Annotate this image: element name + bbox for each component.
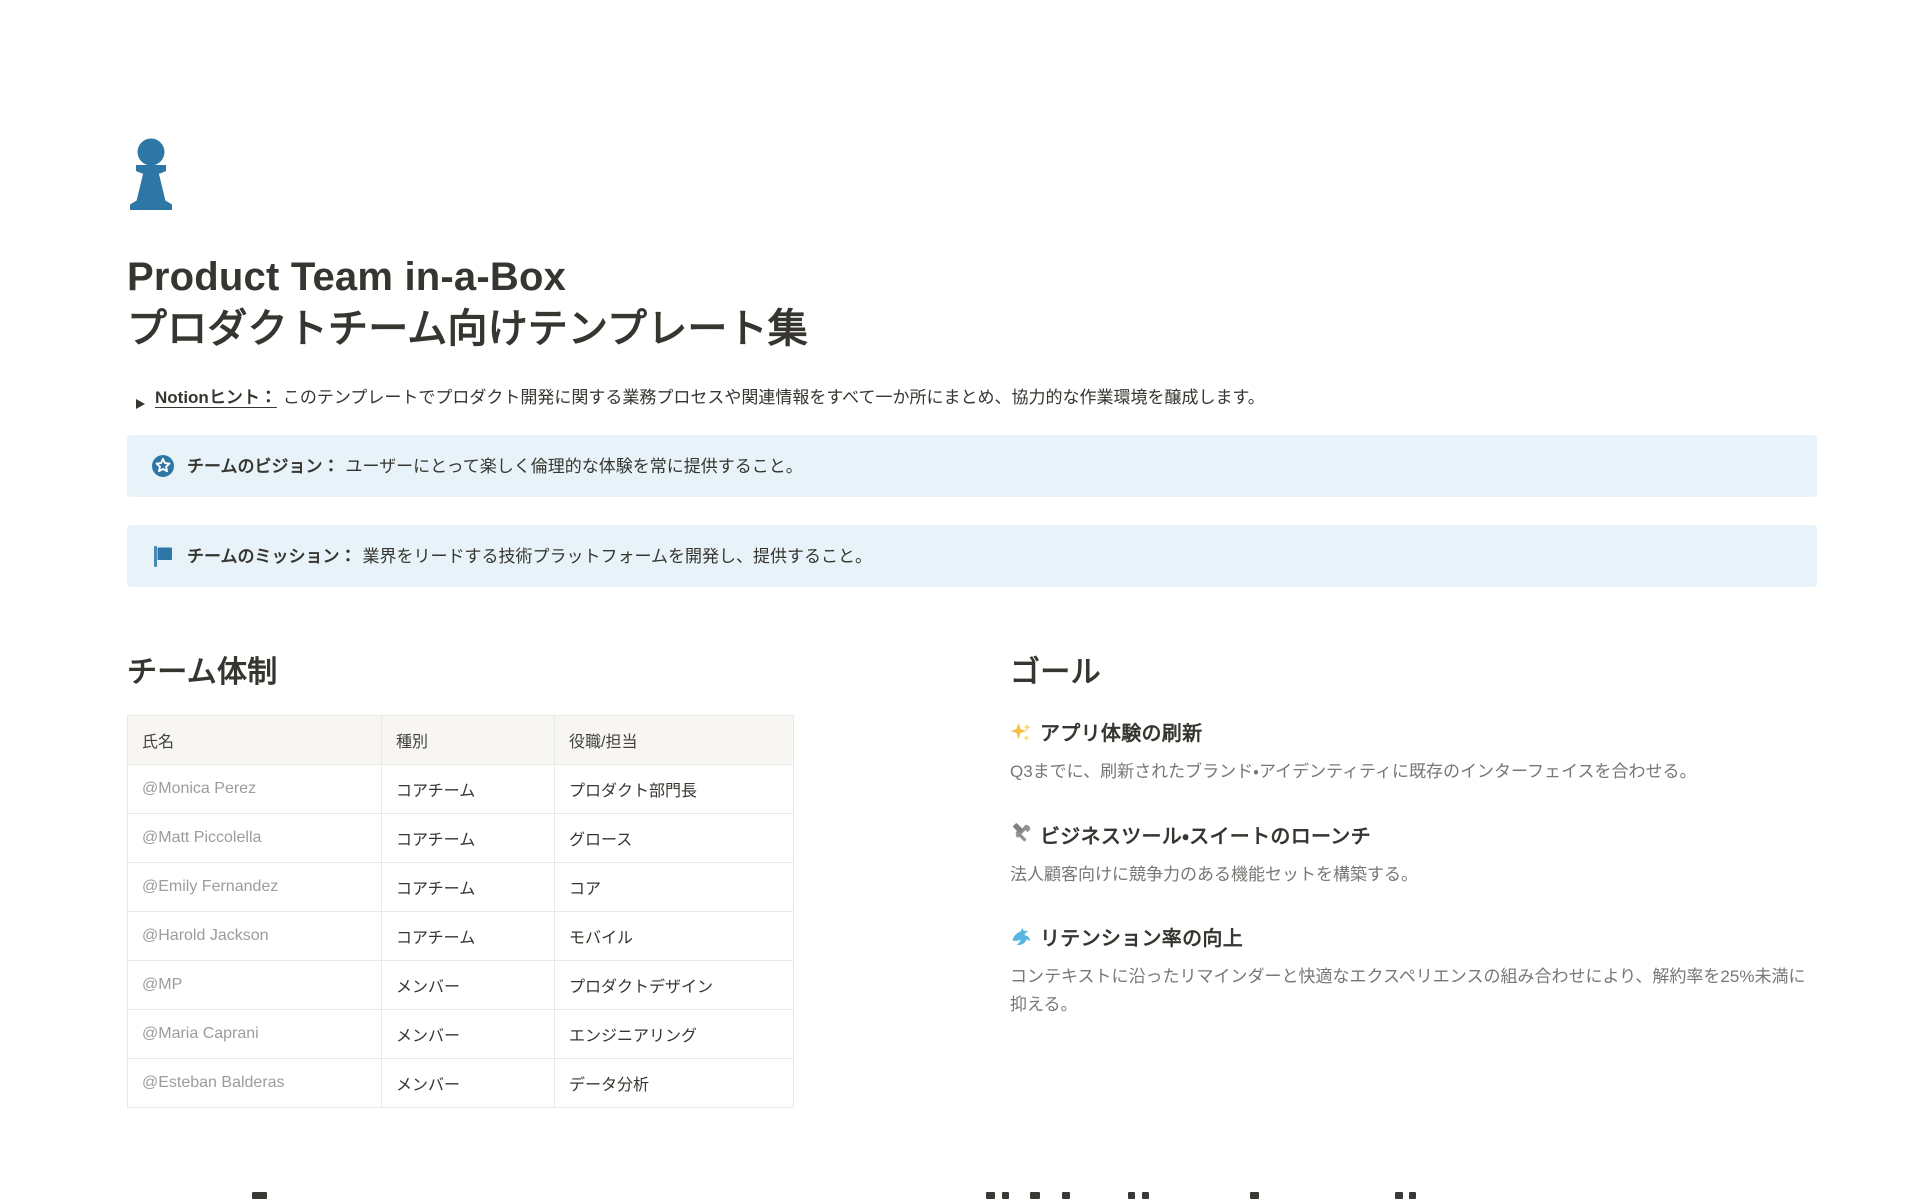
hint-text: このテンプレートでプロダクト開発に関する業務プロセスや関連情報をすべて一か所にま… [283,385,1265,411]
member-type[interactable]: メンバー [382,961,555,1010]
goal-description: 法人顧客向けに競争力のある機能セットを構築する。 [1010,861,1817,889]
table-header-row: 氏名 種別 役職/担当 [128,716,794,765]
member-type[interactable]: コアチーム [382,814,555,863]
vision-callout[interactable]: チームのビジョン： ユーザーにとって楽しく倫理的な体験を常に提供すること。 [127,435,1817,497]
member-mention[interactable]: @Monica Perez [128,765,382,814]
team-heading: チーム体制 [127,647,964,691]
goal-description: Q3までに、刷新されたブランド・アイデンティティに既存のインターフェイスを合わせ… [1010,758,1817,786]
member-mention[interactable]: @Matt Piccolella [128,814,382,863]
clipped-heading-fragment [1002,1192,1009,1199]
goal-title-row: アプリ体験の刷新 [1010,717,1817,746]
goals-column: ゴール アプリ体験の刷新 Q3までに、刷新されたブランド・アイデンティティに既存… [1010,647,1817,1108]
table-row: @Matt Piccolella コアチーム グロース [128,814,794,863]
goal-item: ビジネスツール・スイートのローンチ 法人顧客向けに競争力のある機能セットを構築す… [1010,820,1817,889]
clipped-heading-fragment [1062,1192,1070,1199]
member-type[interactable]: コアチーム [382,912,555,961]
col-header-name[interactable]: 氏名 [128,716,382,765]
clipped-heading-fragment [1142,1192,1149,1199]
goal-description: コンテキストに沿ったリマインダーと快適なエクスペリエンスの組み合わせにより、解約… [1010,963,1817,1018]
clipped-heading-fragment [986,1192,995,1199]
goal-title[interactable]: ビジネスツール・スイートのローンチ [1040,820,1371,849]
member-type[interactable]: メンバー [382,1010,555,1059]
table-row: @Emily Fernandez コアチーム コア [128,863,794,912]
goal-title-row: ビジネスツール・スイートのローンチ [1010,820,1817,849]
member-role[interactable]: データ分析 [555,1059,794,1108]
toggle-triangle-icon[interactable] [135,392,155,418]
pawn-icon[interactable] [127,137,175,215]
clipped-heading-fragment [1395,1192,1403,1199]
vision-text: チームのビジョン： ユーザーにとって楽しく倫理的な体験を常に提供すること。 [187,454,803,480]
clipped-heading-fragment [1030,1192,1040,1199]
goals-heading: ゴール [1010,647,1817,691]
clipped-heading-fragment [1250,1192,1259,1199]
goal-title[interactable]: リテンション率の向上 [1040,922,1243,951]
flag-icon [151,544,175,568]
page-title-line-2: プロダクトチーム向けテンプレート集 [127,303,1817,355]
page-title: Product Team in-a-Box プロダクトチーム向けテンプレート集 [127,251,1817,355]
table-row: @Maria Caprani メンバー エンジニアリング [128,1010,794,1059]
member-role[interactable]: プロダクトデザイン [555,961,794,1010]
dolphin-icon [1010,926,1032,948]
table-row: @Monica Perez コアチーム プロダクト部門長 [128,765,794,814]
vision-body: ユーザーにとって楽しく倫理的な体験を常に提供すること。 [346,457,803,476]
hammer-wrench-icon [1010,823,1032,845]
member-role[interactable]: プロダクト部門長 [555,765,794,814]
vision-label: チームのビジョン： [187,457,340,476]
notion-page: Product Team in-a-Box プロダクトチーム向けテンプレート集 … [0,0,1920,1108]
member-role[interactable]: グロース [555,814,794,863]
mission-body: 業界をリードする技術プラットフォームを開発し、提供すること。 [363,547,873,566]
page-title-line-1: Product Team in-a-Box [127,251,1817,303]
member-mention[interactable]: @Esteban Balderas [128,1059,382,1108]
member-mention[interactable]: @Harold Jackson [128,912,382,961]
clipped-heading-fragment [1409,1192,1416,1199]
hint-toggle-block: Notionヒント： このテンプレートでプロダクト開発に関する業務プロセスや関連… [127,385,1817,418]
table-row: @Esteban Balderas メンバー データ分析 [128,1059,794,1108]
member-mention[interactable]: @Maria Caprani [128,1010,382,1059]
goal-title[interactable]: アプリ体験の刷新 [1040,717,1202,746]
member-mention[interactable]: @Emily Fernandez [128,863,382,912]
two-column-layout: チーム体制 氏名 種別 役職/担当 @Monica Perez コアチーム プロ… [127,647,1817,1108]
goal-item: アプリ体験の刷新 Q3までに、刷新されたブランド・アイデンティティに既存のインタ… [1010,717,1817,786]
member-type[interactable]: コアチーム [382,765,555,814]
col-header-type[interactable]: 種別 [382,716,555,765]
col-header-role[interactable]: 役職/担当 [555,716,794,765]
hint-label[interactable]: Notionヒント： [155,385,277,411]
star-circle-icon [151,454,175,478]
team-table: 氏名 種別 役職/担当 @Monica Perez コアチーム プロダクト部門長… [127,715,794,1108]
mission-label: チームのミッション： [187,547,357,566]
member-role[interactable]: コア [555,863,794,912]
member-role[interactable]: モバイル [555,912,794,961]
mission-text: チームのミッション： 業界をリードする技術プラットフォームを開発し、提供すること。 [187,544,872,570]
team-column: チーム体制 氏名 種別 役職/担当 @Monica Perez コアチーム プロ… [127,647,964,1108]
member-mention[interactable]: @MP [128,961,382,1010]
member-type[interactable]: メンバー [382,1059,555,1108]
clipped-heading-fragment [1128,1192,1135,1199]
sparkles-icon [1010,721,1032,743]
table-row: @MP メンバー プロダクトデザイン [128,961,794,1010]
table-row: @Harold Jackson コアチーム モバイル [128,912,794,961]
mission-callout[interactable]: チームのミッション： 業界をリードする技術プラットフォームを開発し、提供すること。 [127,525,1817,587]
member-role[interactable]: エンジニアリング [555,1010,794,1059]
member-type[interactable]: コアチーム [382,863,555,912]
goal-title-row: リテンション率の向上 [1010,922,1817,951]
clipped-heading-fragment [252,1192,267,1199]
goal-item: リテンション率の向上 コンテキストに沿ったリマインダーと快適なエクスペリエンスの… [1010,922,1817,1018]
